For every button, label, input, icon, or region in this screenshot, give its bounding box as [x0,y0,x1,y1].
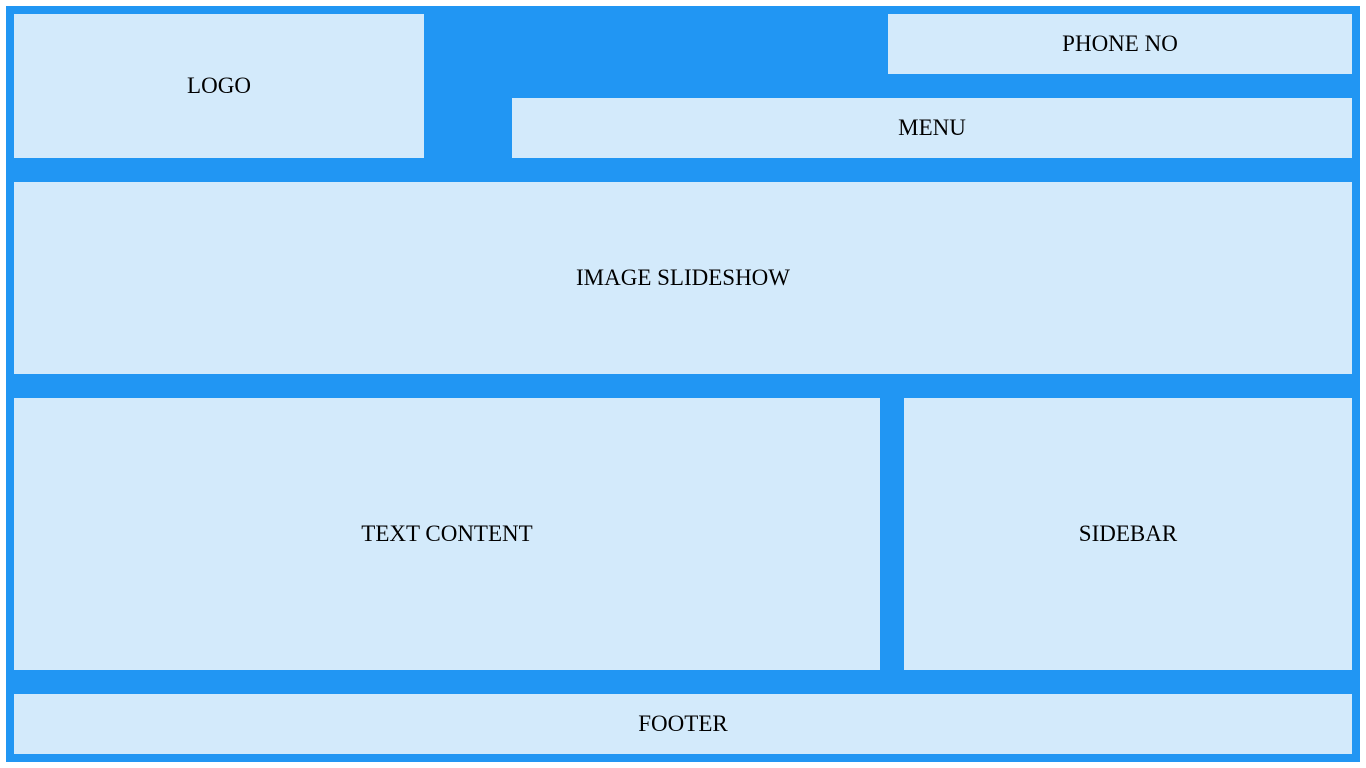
sidebar-label: SIDEBAR [1078,521,1178,546]
phone-number-block: PHONE NO [888,14,1352,74]
image-slideshow-block: IMAGE SLIDESHOW [14,182,1352,374]
text-content-label: TEXT CONTENT [361,521,533,546]
footer-block: FOOTER [14,694,1352,754]
logo-block: LOGO [14,14,424,158]
image-slideshow-label: IMAGE SLIDESHOW [575,265,790,290]
logo-label: LOGO [187,73,251,98]
phone-number-label: PHONE NO [1062,31,1178,56]
menu-block: MENU [512,98,1352,158]
footer-label: FOOTER [638,711,728,736]
menu-label: MENU [898,115,966,140]
text-content-block: TEXT CONTENT [14,398,880,670]
sidebar-block: SIDEBAR [904,398,1352,670]
layout-wireframe: LOGO PHONE NO MENU IMAGE SLIDESHOW TEXT … [6,6,1360,762]
